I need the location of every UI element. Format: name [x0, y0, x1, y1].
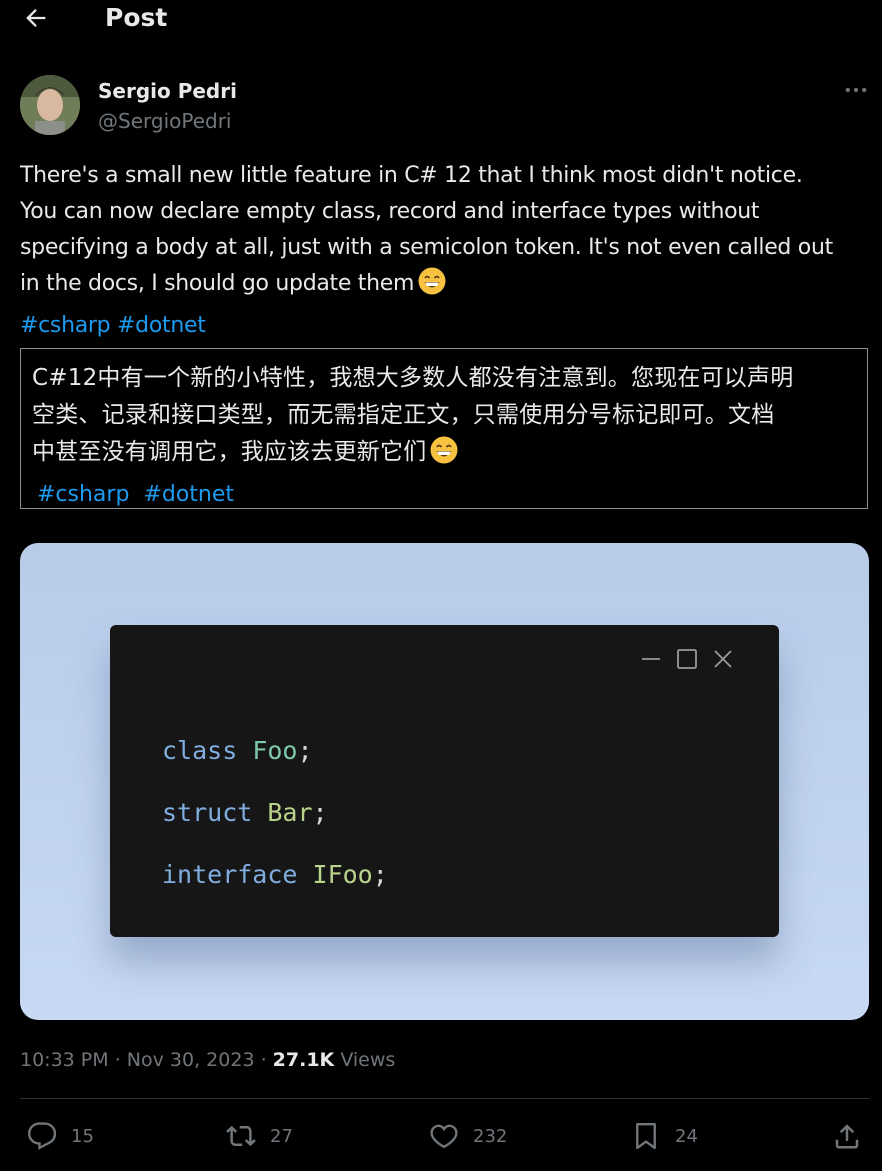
- code-line: struct Bar;: [162, 798, 328, 827]
- emoji-grin-icon: [429, 435, 459, 477]
- like-button[interactable]: 232: [429, 1112, 507, 1160]
- back-button[interactable]: [22, 4, 50, 32]
- more-button[interactable]: [842, 76, 870, 104]
- reply-count: 15: [71, 1125, 94, 1147]
- like-count: 232: [473, 1125, 508, 1147]
- hashtag-link[interactable]: #csharp: [20, 313, 111, 338]
- hashtag-link[interactable]: #csharp: [37, 482, 129, 507]
- translation-line: 空类、记录和接口类型，而无需指定正文，只需使用分号标记即可。文档: [32, 402, 775, 428]
- code-window: class Foo; struct Bar; interface IFoo;: [110, 625, 779, 937]
- page-title: Post: [105, 3, 168, 32]
- hashtag-link[interactable]: #dotnet: [143, 482, 234, 507]
- hashtag-link[interactable]: #dotnet: [117, 313, 206, 338]
- maximize-icon: [677, 649, 697, 669]
- post-text: There's a small new little feature in C#…: [20, 158, 875, 344]
- views-count: 27.1K: [272, 1049, 335, 1071]
- repost-count: 27: [270, 1125, 293, 1147]
- action-bar: 15 27 232 24: [0, 1112, 882, 1160]
- meta-separator: ·: [260, 1049, 267, 1071]
- emoji-grin-icon: [417, 266, 447, 308]
- post-date[interactable]: Nov 30, 2023: [127, 1049, 255, 1071]
- translation-line: 中甚至没有调用它，我应该去更新它们: [32, 434, 855, 477]
- share-icon: [835, 1124, 859, 1149]
- back-arrow-icon: [26, 9, 46, 27]
- share-button[interactable]: [832, 1112, 862, 1160]
- post-text-line: There's a small new little feature in C#…: [20, 163, 803, 188]
- translation-line: C#12中有一个新的小特性，我想大多数人都没有注意到。您现在可以声明: [32, 365, 794, 391]
- avatar[interactable]: [20, 75, 80, 135]
- author-name[interactable]: Sergio Pedri: [98, 79, 237, 103]
- divider: [20, 1098, 869, 1099]
- top-bar: Post: [0, 0, 882, 40]
- post-time[interactable]: 10:33 PM: [20, 1049, 109, 1071]
- code-line: class Foo;: [162, 736, 313, 765]
- post-text-line: in the docs, I should go update them: [20, 266, 875, 308]
- reply-icon: [27, 1122, 57, 1150]
- like-icon: [430, 1124, 458, 1149]
- author-handle[interactable]: @SergioPedri: [98, 109, 232, 133]
- post-media-image[interactable]: class Foo; struct Bar; interface IFoo;: [20, 543, 869, 1020]
- repost-icon: [226, 1125, 256, 1147]
- post-text-line: You can now declare empty class, record …: [20, 199, 760, 224]
- bookmark-icon: [636, 1122, 656, 1150]
- post-hashtags: #csharp #dotnet: [20, 308, 875, 344]
- post-meta: 10:33 PM · Nov 30, 2023 · 27.1K Views: [20, 1049, 395, 1071]
- bookmark-count: 24: [675, 1125, 698, 1147]
- more-icon: [845, 87, 867, 93]
- meta-separator: ·: [114, 1049, 121, 1071]
- reply-button[interactable]: 15: [27, 1112, 94, 1160]
- translation-text: C#12中有一个新的小特性，我想大多数人都没有注意到。您现在可以声明 空类、记录…: [32, 360, 855, 477]
- translation-hashtags: #csharp #dotnet: [37, 480, 855, 510]
- bookmark-button[interactable]: 24: [631, 1112, 698, 1160]
- views-label: Views: [340, 1049, 396, 1071]
- minimize-icon: [642, 658, 660, 660]
- code-block: class Foo; struct Bar; interface IFoo;: [162, 720, 388, 906]
- close-icon: [714, 650, 732, 668]
- code-line: interface IFoo;: [162, 860, 388, 889]
- repost-button[interactable]: 27: [226, 1112, 293, 1160]
- translation-box: C#12中有一个新的小特性，我想大多数人都没有注意到。您现在可以声明 空类、记录…: [20, 348, 868, 509]
- post-text-line: specifying a body at all, just with a se…: [20, 235, 833, 260]
